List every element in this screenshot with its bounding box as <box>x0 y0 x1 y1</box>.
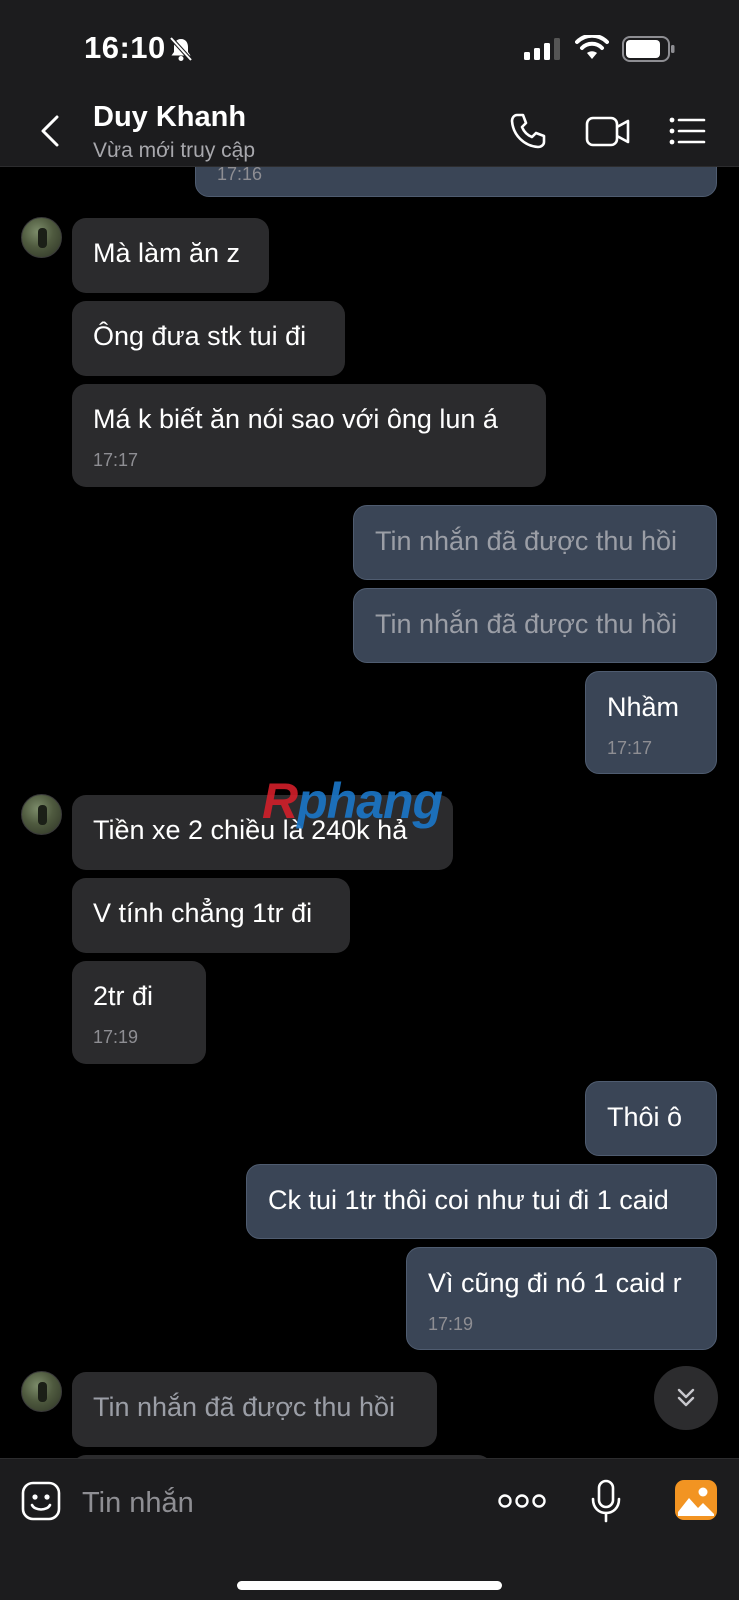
message-bubble-incoming[interactable]: Má k biết ăn nói sao với ông lun á 17:17 <box>72 384 546 487</box>
phone-icon[interactable] <box>508 111 548 151</box>
recalled-message-text: Tin nhắn đã được thu hồi <box>93 1392 395 1422</box>
message-bubble-incoming[interactable]: Ông đưa stk tui đi <box>72 301 345 376</box>
message-text: Ck tui 1tr thôi coi như tui đi 1 caid <box>268 1185 669 1215</box>
message-bubble-recalled[interactable]: Tin nhắn đã được thu hồi <box>353 588 717 663</box>
sticker-icon[interactable] <box>21 1481 61 1521</box>
message-text: Nhầm <box>607 692 680 722</box>
message-time: 17:19 <box>93 1027 139 1047</box>
wifi-icon <box>575 35 609 59</box>
more-icon[interactable] <box>498 1493 546 1509</box>
message-bubble-outgoing[interactable]: Vì cũng đi nó 1 caid r 17:19 <box>406 1247 717 1350</box>
status-time: 16:10 <box>84 30 166 65</box>
bell-off-icon <box>169 36 193 62</box>
message-time: 17:19 <box>428 1314 474 1334</box>
menu-icon[interactable] <box>668 111 708 151</box>
video-icon[interactable] <box>585 111 631 151</box>
image-icon[interactable] <box>674 1479 718 1521</box>
message-text: Thôi ô <box>607 1102 683 1132</box>
contact-status: Vừa mới truy cập <box>93 139 256 162</box>
message-bubble-outgoing[interactable]: 17:16 <box>195 167 717 197</box>
message-bubble-outgoing[interactable]: Thôi ô <box>585 1081 717 1156</box>
avatar[interactable] <box>21 1371 62 1412</box>
message-bubble-outgoing[interactable]: Ck tui 1tr thôi coi như tui đi 1 caid <box>246 1164 717 1239</box>
message-input-bar: Tin nhắn <box>0 1458 739 1600</box>
microphone-icon[interactable] <box>590 1479 622 1523</box>
avatar[interactable] <box>21 217 62 258</box>
message-bubble-incoming[interactable]: Mà làm ăn z <box>72 218 269 293</box>
message-time: 17:17 <box>607 738 653 758</box>
message-text: Má k biết ăn nói sao với ông lun á <box>93 404 498 434</box>
message-time: 17:16 <box>217 167 263 184</box>
double-chevron-down-icon <box>677 1388 695 1407</box>
contact-name[interactable]: Duy Khanh <box>93 101 246 134</box>
battery-icon <box>622 36 675 62</box>
message-bubble-recalled[interactable]: Tin nhắn đã được thu hồi <box>72 1372 437 1447</box>
message-time: 17:17 <box>93 450 139 470</box>
message-bubble-incoming[interactable]: V tính chẳng 1tr đi <box>72 878 350 953</box>
message-input[interactable]: Tin nhắn <box>82 1487 194 1520</box>
message-list[interactable]: 17:16 Mà làm ăn z Ông đưa stk tui đi Má … <box>0 167 739 1458</box>
status-bar: 16:10 <box>0 0 739 95</box>
watermark-text: phang <box>297 773 443 829</box>
message-text: Mà làm ăn z <box>93 238 241 268</box>
message-bubble-recalled[interactable]: Tin nhắn đã được thu hồi <box>353 505 717 580</box>
chat-header: Duy Khanh Vừa mới truy cập <box>0 95 739 167</box>
message-bubble-incoming[interactable]: 2tr đi 17:19 <box>72 961 206 1064</box>
message-text: Ông đưa stk tui đi <box>93 321 307 351</box>
back-icon[interactable] <box>36 113 66 149</box>
watermark-logo: Rphang <box>262 772 443 830</box>
message-text: Vì cũng đi nó 1 caid r <box>428 1268 682 1298</box>
message-bubble-outgoing[interactable]: Nhầm 17:17 <box>585 671 717 774</box>
avatar[interactable] <box>21 794 62 835</box>
message-text: V tính chẳng 1tr đi <box>93 898 313 928</box>
message-text: 2tr đi <box>93 981 154 1011</box>
recalled-message-text: Tin nhắn đã được thu hồi <box>375 609 677 639</box>
watermark-letter: R <box>262 773 298 829</box>
recalled-message-text: Tin nhắn đã được thu hồi <box>375 526 677 556</box>
cellular-signal-icon <box>524 38 560 60</box>
scroll-to-bottom-button[interactable] <box>654 1366 718 1430</box>
home-indicator <box>237 1581 502 1590</box>
